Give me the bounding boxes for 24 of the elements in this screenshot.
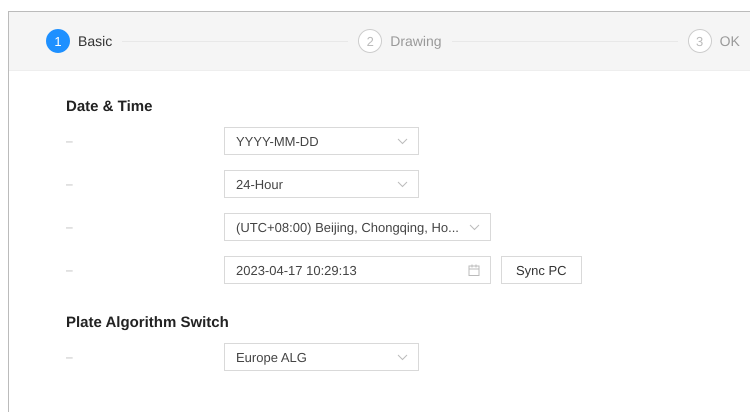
step-number: 2 <box>358 29 382 53</box>
section-title: Plate Algorithm Switch <box>66 314 230 331</box>
calendar-icon <box>468 264 480 276</box>
field-label: – <box>66 263 74 277</box>
step-label: Basic <box>78 33 112 49</box>
step-label: Drawing <box>390 33 442 49</box>
datetime-field[interactable]: 2023-04-17 10:29:13 <box>224 256 491 284</box>
field-label: – <box>66 220 74 234</box>
step-number: 3 <box>688 29 712 53</box>
chevron-down-icon <box>397 138 408 144</box>
step-label: OK <box>720 33 740 49</box>
field-label: – <box>66 350 74 364</box>
sync-button[interactable]: Sync PC <box>501 256 582 284</box>
chevron-down-icon <box>469 224 480 230</box>
section-title: Date & Time <box>66 98 154 115</box>
step-number: 1 <box>46 29 70 53</box>
chevron-down-icon <box>397 354 408 360</box>
field-label: – <box>66 134 74 148</box>
dropdown[interactable]: Europe ALG <box>224 343 419 371</box>
dropdown[interactable]: 24-Hour <box>224 170 419 198</box>
chevron-down-icon <box>397 180 408 188</box>
dropdown[interactable]: (UTC+08:00) Beijing, Chongqing, Ho... <box>224 213 491 241</box>
field-label: – <box>66 177 74 191</box>
dropdown[interactable]: YYYY-MM-DD <box>224 127 419 155</box>
